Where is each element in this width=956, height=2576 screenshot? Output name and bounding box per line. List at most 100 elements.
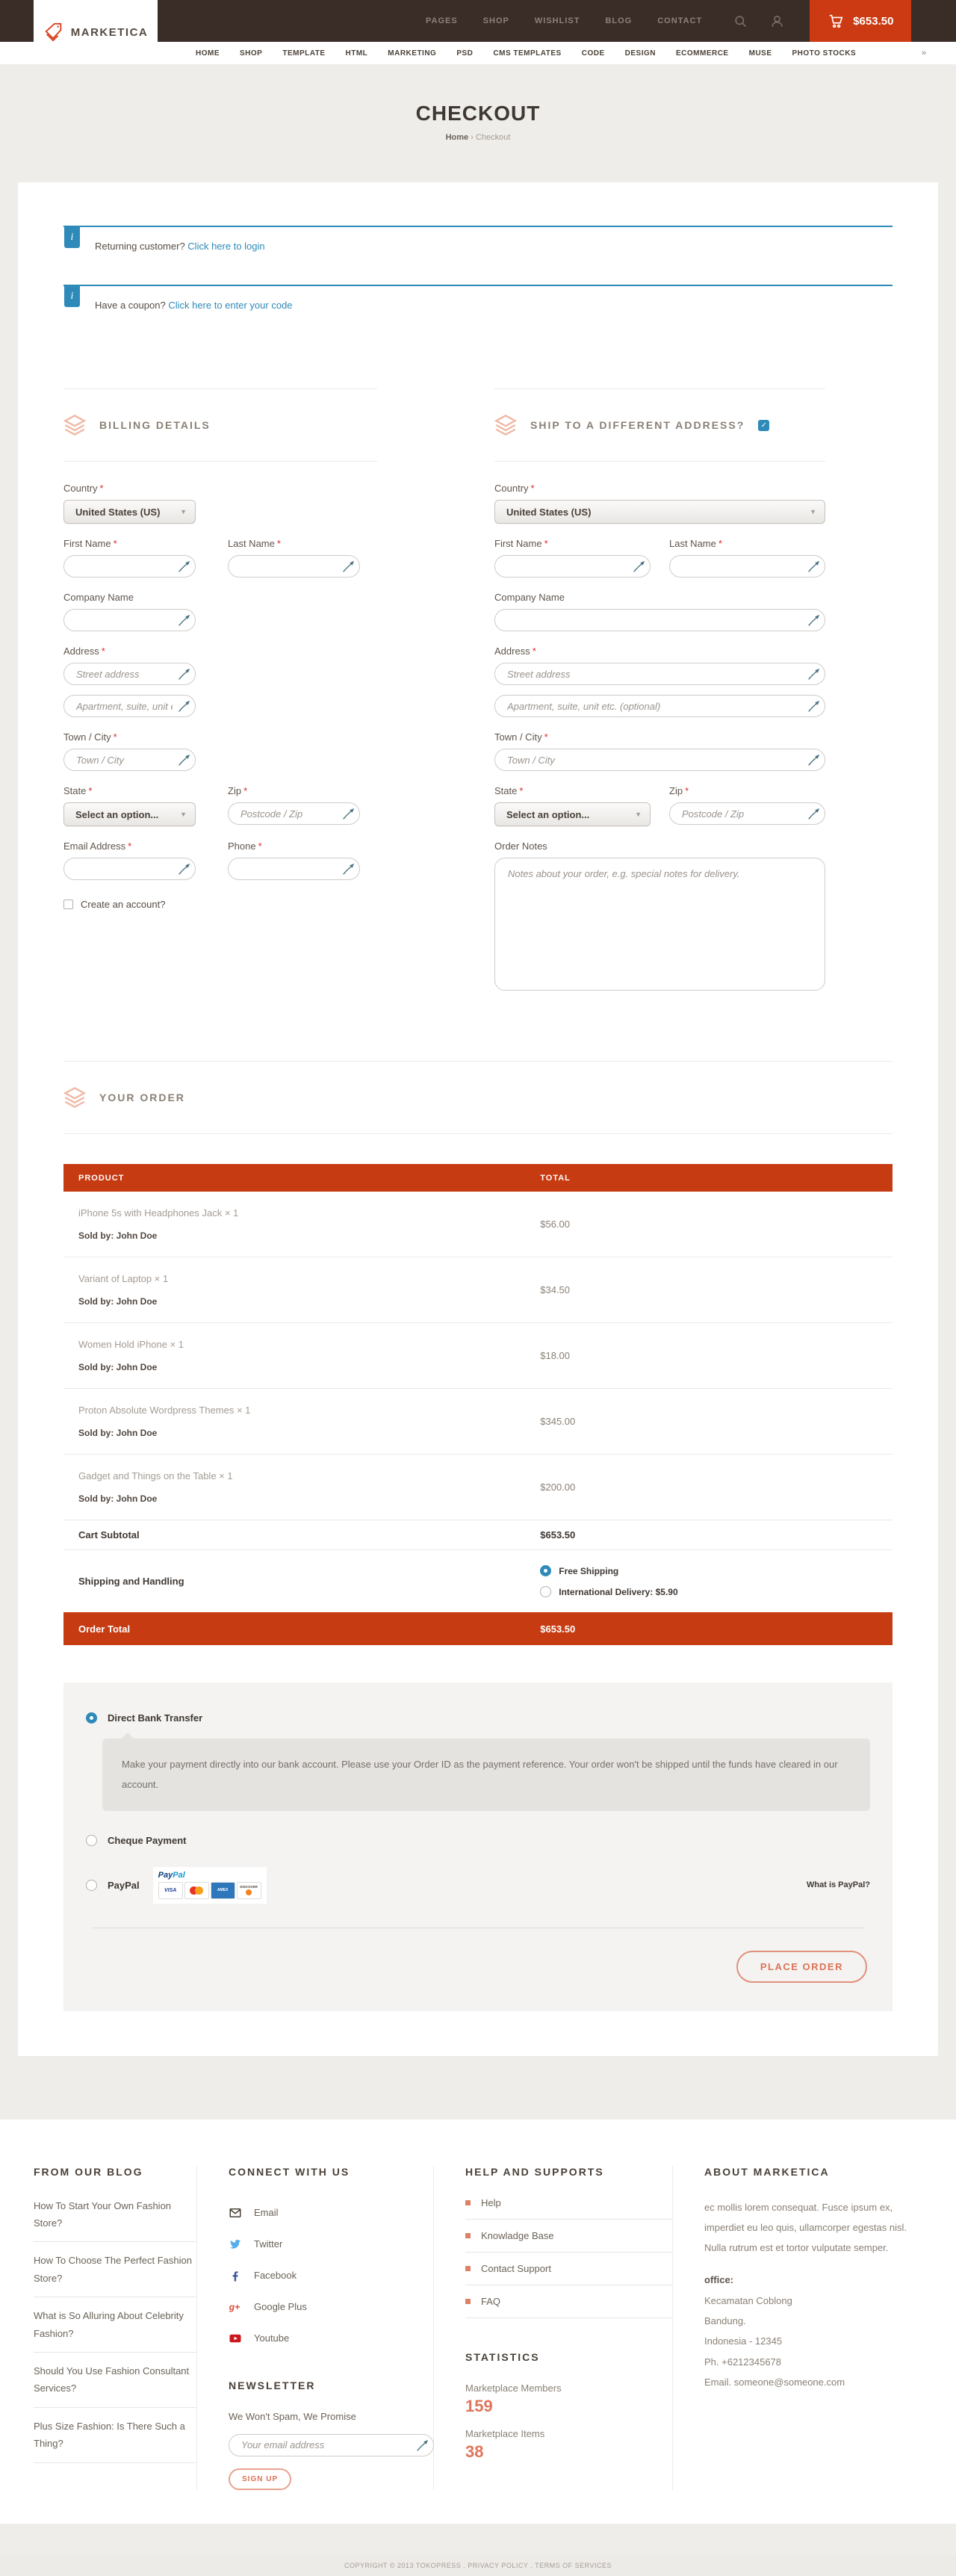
billing-email-input[interactable] [63,858,196,880]
address-line: Indonesia - 12345 [704,2331,922,2351]
subnav-cms-templates[interactable]: CMS TEMPLATES [493,49,561,58]
privacy-policy-link[interactable]: PRIVACY POLICY [468,2562,528,2569]
cart-subtotal-value: $653.50 [540,1529,893,1541]
blog-post-link[interactable]: How To Choose The Perfect Fashion Store? [34,2242,196,2297]
top-nav-pages[interactable]: PAGES [426,16,458,25]
marketplace-members-value: 159 [465,2397,672,2416]
subnav-template[interactable]: TEMPLATE [282,49,325,58]
billing-country-select[interactable]: United States (US)▼ [63,500,196,524]
address-line: Bandung. [704,2311,922,2331]
product-name: Gadget and Things on the Table × 1 [78,1470,540,1481]
footer: FROM OUR BLOG How To Start Your Own Fash… [0,2120,956,2524]
billing-phone-input[interactable] [228,858,360,880]
product-name: Proton Absolute Wordpress Themes × 1 [78,1405,540,1416]
discover-card-icon: DISCOVER [237,1882,261,1899]
facebook-link[interactable]: Facebook [229,2260,433,2291]
billing-address1-input[interactable] [63,663,196,685]
billing-company-input[interactable] [63,609,196,631]
billing-address2-input[interactable] [63,695,196,717]
radio-unselected-icon[interactable] [540,1586,551,1597]
subnav-code[interactable]: CODE [582,49,605,58]
top-nav-wishlist[interactable]: WISHLIST [535,16,580,25]
billing-town-input[interactable] [63,749,196,771]
youtube-link[interactable]: Youtube [229,2323,433,2354]
newsletter-text: We Won't Spam, We Promise [229,2411,433,2422]
radio-selected-icon[interactable] [86,1712,97,1724]
email-link[interactable]: Email [229,2197,433,2229]
cart-button[interactable]: $653.50 [810,0,911,42]
subnav-muse[interactable]: MUSE [749,49,772,58]
shipping-address1-input[interactable] [494,663,825,685]
subnav-home[interactable]: HOME [196,49,220,58]
subnav-ecommerce[interactable]: ECOMMERCE [676,49,729,58]
top-nav-contact[interactable]: CONTACT [657,16,702,25]
subnav-html[interactable]: HTML [346,49,368,58]
facebook-icon [229,2269,242,2282]
radio-selected-icon[interactable] [540,1565,551,1576]
subnav-shop[interactable]: SHOP [240,49,262,58]
cheque-payment-option[interactable]: Cheque Payment [86,1835,870,1846]
subnav-design[interactable]: DESIGN [625,49,656,58]
order-row: Gadget and Things on the Table × 1 Sold … [63,1455,893,1520]
create-account-checkbox-row[interactable]: Create an account? [63,899,377,910]
contact-support-link[interactable]: Contact Support [465,2253,672,2285]
google-plus-link[interactable]: g+ Google Plus [229,2291,433,2323]
international-delivery-option[interactable]: International Delivery: $5.90 [540,1586,893,1597]
billing-first-name-input[interactable] [63,555,196,578]
shipping-row: Shipping and Handling Free Shipping Inte… [63,1550,893,1612]
place-order-button[interactable]: PLACE ORDER [736,1951,867,1983]
billing-last-name-input[interactable] [228,555,360,578]
shipping-zip-input[interactable] [669,802,825,825]
shipping-address2-input[interactable] [494,695,825,717]
free-shipping-option[interactable]: Free Shipping [540,1565,893,1576]
shipping-last-name-input[interactable] [669,555,825,578]
breadcrumb-home[interactable]: Home [446,133,469,142]
help-link[interactable]: Help [465,2197,672,2220]
paypal-option[interactable]: PayPal [86,1880,140,1891]
coupon-link[interactable]: Click here to enter your code [168,300,292,311]
what-is-paypal-link[interactable]: What is PayPal? [807,1880,870,1889]
order-total-row: Order Total $653.50 [63,1612,893,1645]
subnav-marketing[interactable]: MARKETING [388,49,436,58]
user-account-icon[interactable] [770,14,784,28]
shipping-town-input[interactable] [494,749,825,771]
blog-post-link[interactable]: Should You Use Fashion Consultant Servic… [34,2353,196,2408]
marketplace-items-value: 38 [465,2442,672,2462]
billing-state-select[interactable]: Select an option...▼ [63,802,196,826]
radio-unselected-icon[interactable] [86,1880,97,1891]
bank-transfer-option[interactable]: Direct Bank Transfer [86,1712,870,1724]
newsletter-email-input[interactable] [229,2434,434,2456]
signup-button[interactable]: SIGN UP [229,2468,291,2490]
radio-unselected-icon[interactable] [86,1835,97,1846]
billing-state-field: State* Select an option...▼ [63,785,196,826]
login-link[interactable]: Click here to login [187,241,264,252]
shipping-company-input[interactable] [494,609,825,631]
blog-post-link[interactable]: What is So Alluring About Celebrity Fash… [34,2297,196,2353]
order-notes-textarea[interactable] [494,858,825,991]
pen-icon [807,754,820,767]
logo[interactable]: MARKETICA [34,0,158,64]
shipping-country-select[interactable]: United States (US)▼ [494,500,825,524]
shipping-first-name-input[interactable] [494,555,651,578]
ship-different-address-checkbox[interactable] [758,420,769,431]
pen-icon [178,754,190,767]
search-icon[interactable] [733,14,748,28]
faq-link[interactable]: FAQ [465,2285,672,2318]
blog-post-link[interactable]: Plus Size Fashion: Is There Such a Thing… [34,2408,196,2463]
top-nav-blog[interactable]: BLOG [605,16,632,25]
subnav-photo-stocks[interactable]: PHOTO STOCKS [792,49,857,58]
top-nav-shop[interactable]: SHOP [483,16,509,25]
terms-link[interactable]: TERMS OF SERVICES [535,2562,612,2569]
checkbox-unchecked-icon[interactable] [63,900,73,909]
twitter-link[interactable]: Twitter [229,2229,433,2260]
knowledge-base-link[interactable]: Knowladge Base [465,2220,672,2253]
shipping-state-select[interactable]: Select an option...▼ [494,802,651,826]
blog-post-link[interactable]: How To Start Your Own Fashion Store? [34,2197,196,2243]
product-total: $18.00 [540,1350,893,1361]
subnav-psd[interactable]: PSD [456,49,473,58]
visa-card-icon: VISA [158,1882,183,1899]
billing-country-field: Country* United States (US)▼ [63,483,377,524]
subnav-more-icon[interactable]: » [922,49,926,58]
billing-zip-input[interactable] [228,802,360,825]
free-shipping-label: Free Shipping [559,1566,618,1576]
